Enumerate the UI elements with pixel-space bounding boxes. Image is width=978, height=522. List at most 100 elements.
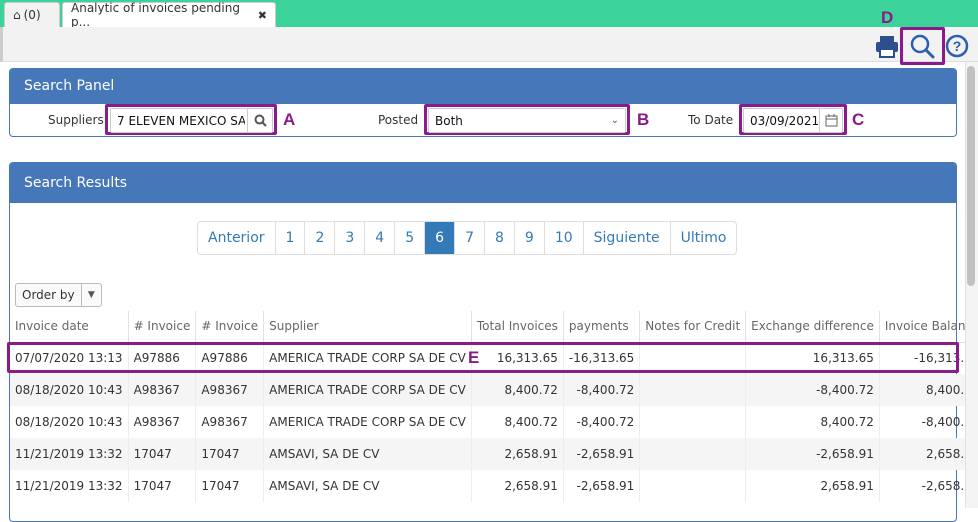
page-10[interactable]: 10 [543, 222, 583, 254]
search-icon[interactable] [247, 109, 272, 132]
column-header[interactable]: Supplier [263, 311, 472, 343]
table-cell: AMSAVI, SA DE CV [263, 438, 472, 470]
column-header[interactable]: payments [563, 311, 641, 343]
help-icon[interactable]: ? [945, 34, 969, 58]
table-cell: AMSAVI, SA DE CV [263, 470, 472, 502]
table-cell: 8,400.72 [471, 406, 564, 438]
results-table: Invoice date # Invoice # Invoice Supplier To… [10, 311, 978, 502]
row-highlight [7, 342, 959, 373]
tab-home-label: (0) [23, 8, 41, 22]
page-6[interactable]: 6 [424, 222, 455, 254]
to-date-input[interactable]: 03/09/2021 [743, 108, 843, 133]
page-5[interactable]: 5 [394, 222, 424, 254]
table-cell: -8,400.72 [563, 406, 641, 438]
column-header[interactable]: Invoice date [10, 311, 129, 343]
table-cell: 2,658.91 [745, 470, 880, 502]
table-cell: 17047 [128, 438, 197, 470]
table-cell: 11/21/2019 13:32 [10, 470, 129, 502]
toolbar [0, 27, 978, 62]
order-by-label: Order by [16, 284, 82, 306]
calendar-icon[interactable] [819, 109, 842, 132]
page-8[interactable]: 8 [483, 222, 514, 254]
table-cell: -2,658.91 [879, 470, 978, 502]
table-cell [639, 438, 747, 470]
column-header[interactable]: Total Invoices [471, 311, 564, 343]
table-cell: 8,400.72 [879, 374, 978, 406]
close-icon[interactable]: ✖ [258, 9, 267, 22]
page-7[interactable]: 7 [454, 222, 484, 254]
table-cell: -8,400.72 [745, 374, 880, 406]
table-cell: -2,658.91 [563, 438, 641, 470]
page-4[interactable]: 4 [364, 222, 394, 254]
table-cell: 2,658.91 [471, 470, 564, 502]
column-header[interactable]: # Invoice [195, 311, 265, 343]
table-header: Invoice date # Invoice # Invoice Supplier To… [10, 311, 978, 343]
tab-label: Analytic of invoices pending p... [71, 1, 240, 29]
table-row[interactable]: 11/21/2019 13:32 17047 17047 AMSAVI, SA DE … [10, 438, 978, 470]
table-cell: AMERICA TRADE CORP SA DE CV [263, 406, 472, 438]
chevron-down-icon: ⌄ [610, 115, 619, 126]
page-3[interactable]: 3 [334, 222, 364, 254]
table-cell: -8,400.72 [563, 374, 641, 406]
table-cell: 8,400.72 [471, 374, 564, 406]
column-header[interactable]: Notes for Credit [639, 311, 747, 343]
annotation-e: E [468, 348, 480, 367]
suppliers-label: Suppliers [48, 113, 104, 127]
page-siguiente[interactable]: Siguiente [582, 222, 670, 254]
table-cell: 2,658.91 [471, 438, 564, 470]
panel-title: Search Results [10, 163, 956, 203]
table-row[interactable]: 11/21/2019 13:32 17047 17047 AMSAVI, SA DE … [10, 470, 978, 502]
table-row[interactable]: 08/18/2020 10:43 A98367 A98367 AMERICA TRAD… [10, 374, 978, 406]
table-cell: 8,400.72 [745, 406, 880, 438]
table-cell: AMERICA TRADE CORP SA DE CV [263, 374, 472, 406]
svg-text:?: ? [953, 38, 962, 54]
page-ultimo[interactable]: Ultimo [669, 222, 737, 254]
table-cell: 17047 [128, 470, 197, 502]
table-cell: -2,658.91 [745, 438, 880, 470]
panel-title: Search Panel [10, 69, 956, 104]
annotation-b: B [637, 110, 650, 129]
column-header[interactable]: Invoice Balance [879, 311, 978, 343]
caret-down-icon: ▼ [87, 290, 95, 300]
pagination: Anterior 1 2 3 4 5 6 7 8 9 10 Siguiente Ultimo [197, 221, 738, 255]
table-cell [639, 374, 747, 406]
annotation-a: A [283, 110, 296, 129]
posted-value: Both [435, 113, 463, 128]
table-cell [639, 406, 747, 438]
scrollbar-thumb[interactable] [967, 66, 975, 286]
table-cell: A98367 [128, 406, 197, 438]
tab-bar: ⌂ (0) Analytic of invoices pending p... … [0, 0, 978, 29]
table-cell [639, 470, 747, 502]
tab-analytic-invoices[interactable]: Analytic of invoices pending p... ✖ [62, 1, 276, 29]
to-date-value: 03/09/2021 [750, 113, 820, 128]
printer-icon[interactable] [875, 34, 899, 58]
table-cell: 2,658.91 [879, 438, 978, 470]
posted-label: Posted [378, 113, 419, 127]
table-cell: -2,658.91 [563, 470, 641, 502]
table-cell: A98367 [195, 374, 265, 406]
annotation-c: C [852, 110, 865, 129]
to-date-label: To Date [688, 113, 734, 127]
table-cell: A98367 [128, 374, 197, 406]
table-cell: 08/18/2020 10:43 [10, 374, 129, 406]
posted-select[interactable]: Both ⌄ [428, 108, 626, 133]
table-row[interactable]: 08/18/2020 10:43 A98367 A98367 AMERICA TRAD… [10, 406, 978, 438]
page-1[interactable]: 1 [274, 222, 305, 254]
search-icon[interactable] [909, 33, 937, 61]
annotation-d: D [881, 8, 894, 27]
column-header[interactable]: # Invoice [128, 311, 197, 343]
table-cell: A98367 [195, 406, 265, 438]
page-2[interactable]: 2 [304, 222, 334, 254]
tab-home[interactable]: ⌂ (0) [4, 2, 60, 27]
suppliers-value: 7 ELEVEN MEXICO SA DE CV [117, 113, 245, 128]
column-header[interactable]: Exchange difference [745, 311, 880, 343]
table-cell: 17047 [195, 470, 265, 502]
table-cell: 17047 [195, 438, 265, 470]
table-cell: 11/21/2019 13:32 [10, 438, 129, 470]
page-anterior[interactable]: Anterior [198, 222, 275, 254]
table-cell: 08/18/2020 10:43 [10, 406, 129, 438]
home-icon: ⌂ [13, 8, 21, 22]
page-9[interactable]: 9 [513, 222, 544, 254]
suppliers-input[interactable]: 7 ELEVEN MEXICO SA DE CV [110, 108, 273, 133]
order-by-dropdown[interactable]: Order by ▼ [15, 283, 102, 307]
